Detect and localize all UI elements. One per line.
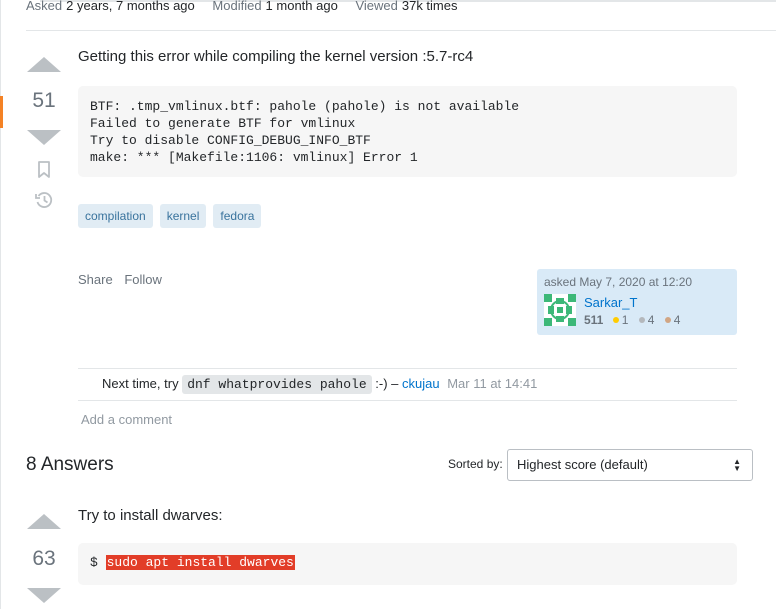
answer-upvote-icon[interactable] [27, 514, 61, 529]
answer-downvote-icon[interactable] [27, 588, 61, 603]
modified-value[interactable]: 1 month ago [266, 0, 338, 13]
answer-score: 63 [32, 547, 56, 570]
comment-text-pre: Next time, try [102, 376, 179, 391]
asked-value: 2 years, 7 months ago [66, 0, 195, 13]
shell-prompt: $ [90, 555, 98, 570]
comments-divider-top [78, 368, 737, 369]
avatar[interactable] [544, 294, 576, 326]
silver-badge-icon [638, 317, 645, 323]
author-name[interactable]: Sarkar_T [584, 295, 637, 310]
gold-badge-icon [612, 317, 619, 323]
sort-selected-value: Highest score (default) [517, 457, 648, 472]
history-icon[interactable] [34, 190, 54, 210]
question-upvote-icon[interactable] [27, 57, 61, 72]
active-indicator [0, 96, 3, 128]
share-link[interactable]: Share [78, 272, 113, 287]
install-command: sudo apt install dwarves [105, 555, 295, 570]
question-title: Getting this error while compiling the k… [78, 48, 474, 65]
answers-header: 8 Answers [26, 454, 114, 476]
comment-date[interactable]: Mar 11 at 14:41 [447, 376, 537, 391]
meta-divider [26, 30, 776, 31]
silver-badge-count: 4 [647, 313, 655, 327]
sort-arrows-icon: ▲ ▼ [733, 457, 741, 473]
author-stats: 511 1 4 4 [584, 313, 687, 327]
viewed-label: Viewed [355, 0, 398, 13]
question-code-block: BTF: .tmp_vmlinux.btf: pahole (pahole) i… [78, 86, 737, 177]
tag-kernel[interactable]: kernel [159, 204, 207, 228]
question-downvote-icon[interactable] [27, 130, 61, 145]
comment: Next time, try dnf whatprovides pahole :… [102, 375, 537, 394]
answer-code-block: $ sudo apt install dwarves [78, 543, 737, 585]
modified-label: Modified [212, 0, 262, 13]
asked-timestamp: asked May 7, 2020 at 12:20 [544, 275, 693, 289]
add-comment-link[interactable]: Add a comment [81, 412, 172, 427]
tag-fedora[interactable]: fedora [213, 204, 262, 228]
left-border [0, 0, 1, 609]
viewed-value: 37k times [401, 0, 458, 13]
post-menu: Share Follow [78, 272, 170, 287]
tag-compilation[interactable]: compilation [78, 204, 153, 228]
gold-badge-count: 1 [621, 313, 629, 327]
comment-text-post: :-) – [375, 376, 399, 391]
bookmark-icon[interactable] [37, 161, 51, 179]
sort-select[interactable]: Highest score (default) ▲ ▼ [507, 449, 753, 481]
asked-label: Asked [26, 0, 63, 13]
reputation: 511 [584, 313, 604, 327]
bronze-badge-count: 4 [673, 313, 681, 327]
author-card: asked May 7, 2020 at 12:20 Sarkar_T 511 … [537, 269, 737, 335]
answers-label: Answers [40, 454, 114, 475]
comment-user[interactable]: ckujau [402, 376, 440, 391]
comments-divider-bottom [78, 400, 737, 401]
bronze-badge-icon [664, 317, 671, 323]
sort-label: Sorted by: [448, 457, 503, 471]
tag-list: compilation kernel fedora [78, 204, 262, 228]
question-meta: Asked 2 years, 7 months ago Modified 1 mon… [26, 0, 472, 13]
follow-link[interactable]: Follow [124, 272, 162, 287]
comment-code: dnf whatprovides pahole [182, 375, 372, 394]
answer-count: 8 [26, 454, 37, 475]
question-score: 51 [32, 89, 56, 112]
answer-text: Try to install dwarves: [78, 507, 223, 524]
